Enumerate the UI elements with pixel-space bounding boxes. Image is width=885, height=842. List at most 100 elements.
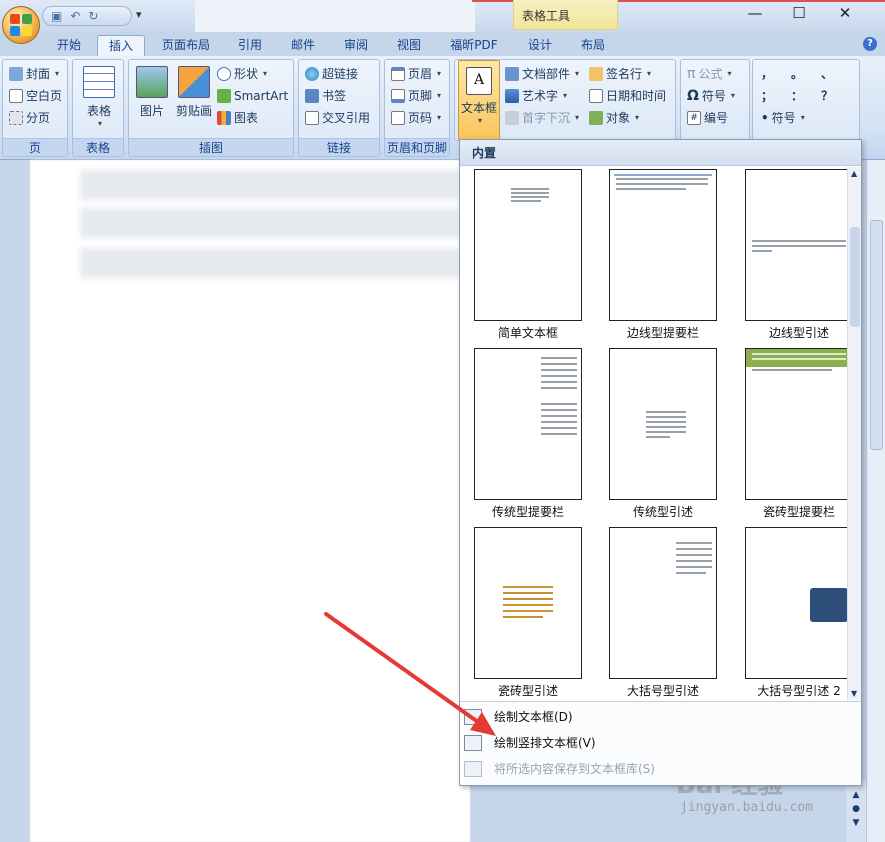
thumbnail-preview xyxy=(609,348,717,500)
wordart-button[interactable]: 艺术字 ▾ xyxy=(505,86,567,106)
gallery-scrollbar[interactable]: ▲ ▼ xyxy=(847,167,861,700)
quick-parts-button[interactable]: 文档部件 ▾ xyxy=(505,64,579,84)
question-symbol[interactable]: ？ xyxy=(821,86,833,106)
browse-nav-buttons: ▲ ● ▼ xyxy=(846,780,866,842)
header-label: 页眉 xyxy=(408,67,433,81)
thumbnail-preview xyxy=(474,348,582,500)
next-page-icon[interactable]: ▼ xyxy=(846,818,866,828)
office-button[interactable] xyxy=(2,6,40,44)
scrollbar-thumb[interactable] xyxy=(870,220,883,450)
tab-insert[interactable]: 插入 xyxy=(97,35,145,57)
thumbnail-traditional-sidebar[interactable]: 传统型提要栏 xyxy=(474,348,582,520)
smartart-button[interactable]: SmartArt xyxy=(217,86,288,106)
minimize-icon[interactable]: — xyxy=(745,4,765,22)
header-icon xyxy=(391,67,405,81)
chart-button[interactable]: 图表 xyxy=(217,108,258,128)
blank-page-label: 空白页 xyxy=(26,89,63,103)
shapes-icon xyxy=(217,67,231,81)
shapes-button[interactable]: 形状 ▾ xyxy=(217,64,267,84)
thumbnail-label: 边线型引述 xyxy=(768,326,829,340)
numbering-icon: # xyxy=(687,111,701,125)
draw-textbox-item[interactable]: 绘制文本框(D) xyxy=(460,704,861,730)
thumbnail-border-quote[interactable]: 边线型引述 xyxy=(745,169,853,341)
cover-page-button[interactable]: 封面 ▾ xyxy=(9,64,59,84)
wordart-label: 艺术字 xyxy=(522,89,559,103)
thumbnail-border-sidebar[interactable]: 边线型提要栏 xyxy=(609,169,717,341)
scroll-down-icon[interactable]: ▼ xyxy=(851,689,857,698)
page-number-icon xyxy=(391,111,405,125)
signature-line-button[interactable]: 签名行 ▾ xyxy=(589,64,651,84)
tab-foxit-pdf[interactable]: 福昕PDF xyxy=(442,35,506,57)
bookmark-button[interactable]: 书签 xyxy=(305,86,346,106)
gallery-thumbnails: 简单文本框 边线型提要栏 边线型引述 传统型提要栏 传统型引述 瓷砖型提要栏 瓷… xyxy=(460,167,861,700)
semicolon-symbol[interactable]: ； xyxy=(761,86,773,106)
thumbnail-traditional-quote[interactable]: 传统型引述 xyxy=(609,348,717,520)
tab-layout[interactable]: 布局 xyxy=(570,35,616,57)
draw-vertical-textbox-item[interactable]: 绘制竖排文本框(V) xyxy=(460,730,861,756)
clipart-button[interactable]: 剪贴画 xyxy=(173,66,215,119)
hyperlink-button[interactable]: 超链接 xyxy=(305,64,358,84)
thumbnail-tile-quote[interactable]: 瓷砖型引述 xyxy=(474,527,582,699)
drop-cap-icon xyxy=(505,111,519,125)
save-to-gallery-item[interactable]: 将所选内容保存到文本框库(S) xyxy=(460,756,861,782)
page-number-button[interactable]: 页码 ▾ xyxy=(391,108,441,128)
quick-parts-icon xyxy=(505,67,519,81)
page-break-button[interactable]: 分页 xyxy=(9,108,50,128)
thumbnail-tile-sidebar[interactable]: 瓷砖型提要栏 xyxy=(745,348,853,520)
drop-cap-button[interactable]: 首字下沉 ▾ xyxy=(505,108,579,128)
prev-page-icon[interactable]: ▲ xyxy=(846,790,866,800)
office-logo-icon xyxy=(10,14,32,36)
date-time-button[interactable]: 日期和时间 xyxy=(589,86,666,106)
maximize-icon[interactable]: ☐ xyxy=(789,4,809,22)
omega-icon: Ω xyxy=(687,88,699,104)
enum-comma-symbol[interactable]: 、 xyxy=(821,64,833,84)
colon-symbol[interactable]: ： xyxy=(791,86,803,106)
thumbnail-label: 传统型提要栏 xyxy=(491,505,564,519)
numbering-button[interactable]: # 编号 xyxy=(687,108,728,128)
thumbnail-brace-quote-2[interactable]: 大括号型引述 2 xyxy=(745,527,853,699)
redo-icon[interactable]: ↻ xyxy=(88,9,98,23)
cover-page-label: 封面 xyxy=(26,67,51,81)
tab-design[interactable]: 设计 xyxy=(517,35,563,57)
thumbnail-simple-textbox[interactable]: 简单文本框 xyxy=(474,169,582,341)
footer-button[interactable]: 页脚 ▾ xyxy=(391,86,441,106)
blurred-ui-row xyxy=(80,170,460,200)
thumbnail-brace-quote[interactable]: 大括号型引述 xyxy=(609,527,717,699)
table-tools-label: 表格工具 xyxy=(522,9,571,23)
table-button[interactable]: 表格 ▾ xyxy=(77,66,121,128)
tab-mailings[interactable]: 邮件 xyxy=(281,35,325,57)
clipart-icon xyxy=(178,66,210,98)
tab-home[interactable]: 开始 xyxy=(46,35,92,57)
table-button-label: 表格 xyxy=(86,104,111,118)
undo-icon[interactable]: ↶ xyxy=(70,9,80,23)
tab-review[interactable]: 审阅 xyxy=(334,35,378,57)
tab-page-layout[interactable]: 页面布局 xyxy=(152,35,220,57)
object-button[interactable]: 对象 ▾ xyxy=(589,108,639,128)
header-button[interactable]: 页眉 ▾ xyxy=(391,64,441,84)
textbox-button[interactable]: A 文本框 ▾ xyxy=(458,60,500,140)
formula-button[interactable]: π 公式 ▾ xyxy=(687,64,731,84)
qat-customize-icon[interactable]: ▾ xyxy=(136,8,142,21)
save-icon[interactable]: ▣ xyxy=(51,9,62,23)
symbol-dropdown-button[interactable]: • 符号 ▾ xyxy=(761,108,805,128)
tab-references[interactable]: 引用 xyxy=(228,35,272,57)
help-icon[interactable]: ? xyxy=(863,37,877,51)
gallery-scroll-thumb[interactable] xyxy=(850,227,860,327)
thumbnail-label: 大括号型引述 2 xyxy=(757,684,841,698)
thumbnail-label: 传统型引述 xyxy=(632,505,693,519)
scroll-up-icon[interactable]: ▲ xyxy=(851,169,857,178)
browse-object-icon[interactable]: ● xyxy=(846,804,866,814)
thumbnail-label: 大括号型引述 xyxy=(626,684,699,698)
thumbnail-label: 瓷砖型引述 xyxy=(497,684,558,698)
symbol-button[interactable]: Ω 符号 ▾ xyxy=(687,86,735,106)
period-symbol[interactable]: 。 xyxy=(791,64,803,84)
comma-symbol[interactable]: ， xyxy=(761,64,773,84)
blank-page-button[interactable]: 空白页 xyxy=(9,86,62,106)
tab-view[interactable]: 视图 xyxy=(387,35,431,57)
cross-reference-button[interactable]: 交叉引用 xyxy=(305,108,370,128)
close-icon[interactable]: ✕ xyxy=(835,4,855,22)
title-area-blank xyxy=(195,0,475,32)
document-scrollbar[interactable] xyxy=(866,160,885,842)
picture-button[interactable]: 图片 xyxy=(133,66,171,119)
ribbon-tabs: 开始 插入 页面布局 引用 邮件 审阅 视图 福昕PDF 设计 布局 xyxy=(0,32,885,57)
